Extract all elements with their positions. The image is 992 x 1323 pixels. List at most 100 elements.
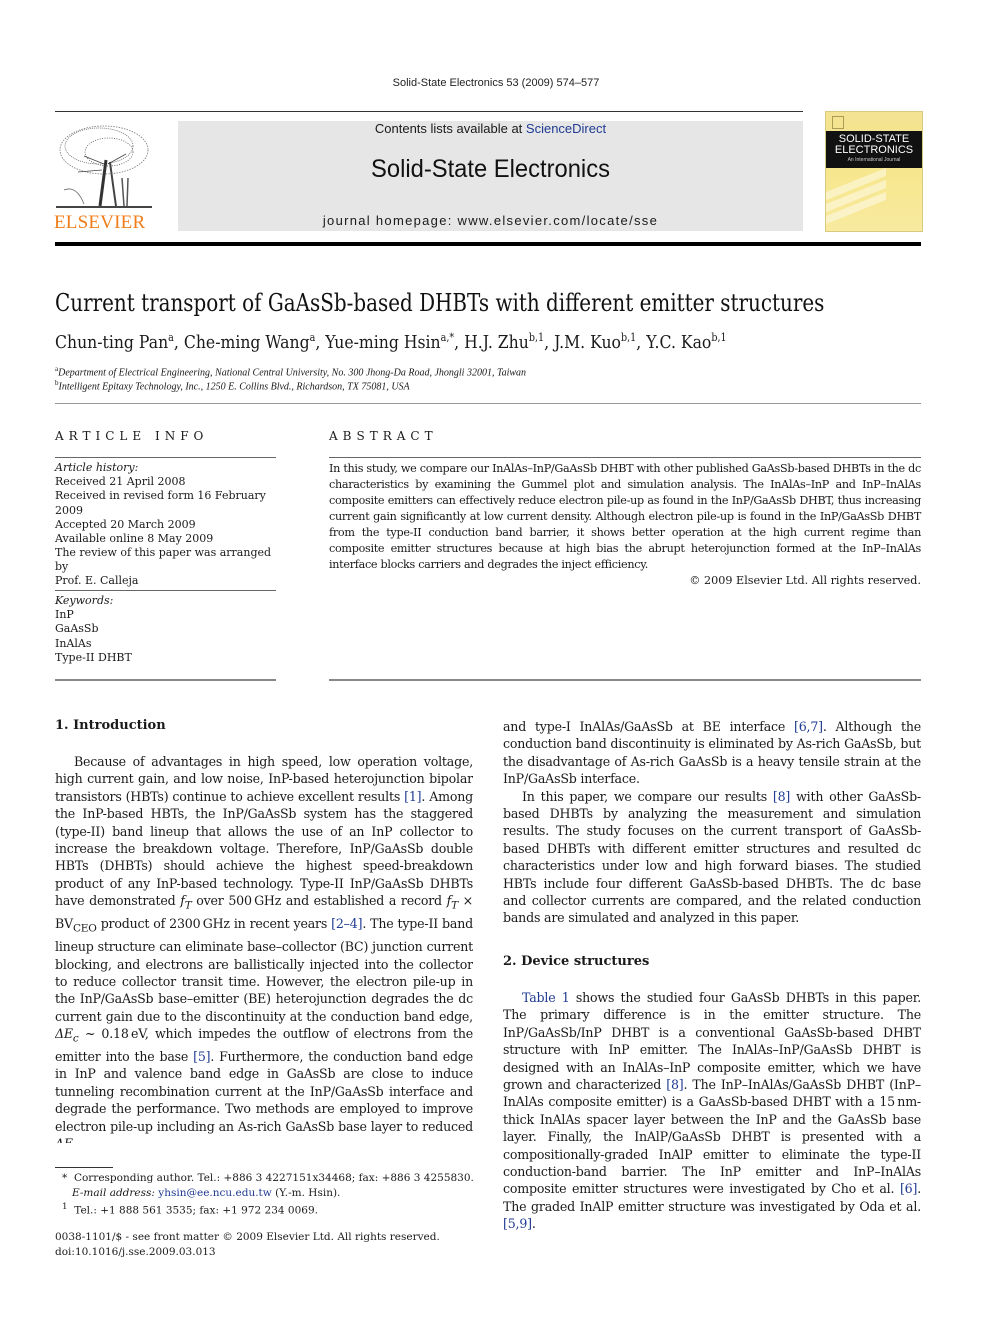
cover-subtitle: An International Journal bbox=[847, 157, 901, 163]
citation-link[interactable]: [6,7] bbox=[794, 719, 823, 734]
paper-title: Current transport of GaAsSb-based DHBTs … bbox=[55, 289, 825, 317]
contents-availability: Contents lists available at ScienceDirec… bbox=[178, 121, 803, 136]
section-heading-device-structures: 2. Device structures bbox=[503, 954, 650, 969]
device-structures-text: Table 1 shows the studied four GaAsSb DH… bbox=[503, 989, 921, 1233]
author-affil-mark[interactable]: b,1 bbox=[621, 331, 636, 344]
review-note: The review of this paper was arranged by… bbox=[55, 546, 285, 589]
author: Che-ming Wang bbox=[183, 332, 310, 353]
device-paragraph-1: Table 1 shows the studied four GaAsSb DH… bbox=[503, 989, 921, 1233]
sciencedirect-link[interactable]: ScienceDirect bbox=[526, 121, 606, 136]
corresponding-author-note: * Corresponding author. Tel.: +886 3 422… bbox=[62, 1171, 482, 1218]
article-info-end-rule bbox=[55, 679, 276, 681]
affiliation-text: Intelligent Epitaxy Technology, Inc., 12… bbox=[58, 381, 410, 393]
keyword: Type-II DHBT bbox=[55, 650, 132, 664]
history-item: Available online 8 May 2009 bbox=[55, 532, 214, 546]
citation-link[interactable]: [8] bbox=[773, 789, 790, 804]
text: and type-I InAlAs/GaAsSb at BE interface bbox=[503, 719, 794, 734]
cover-title-band: SOLID-STATE ELECTRONICS An International… bbox=[826, 131, 922, 168]
keywords-label: Keywords: bbox=[55, 594, 114, 607]
cover-elsevier-icon bbox=[832, 116, 844, 129]
intro-paragraph-1: Because of advantages in high speed, low… bbox=[55, 753, 473, 1143]
author-affil-mark[interactable]: b,1 bbox=[529, 331, 544, 344]
author: J.M. Kuo bbox=[554, 332, 621, 353]
contents-prefix: Contents lists available at bbox=[374, 121, 526, 136]
text: . bbox=[531, 1216, 536, 1232]
keyword: GaAsSb bbox=[55, 622, 99, 636]
text: . The InP–InAlAs/GaAsSb DHBT (InP–InAlAs… bbox=[503, 1077, 921, 1197]
header-rule bbox=[55, 111, 803, 112]
journal-title: Solid-State Electronics bbox=[371, 155, 610, 183]
author: Chun-ting Pan bbox=[55, 332, 169, 353]
citation-link[interactable]: [1] bbox=[404, 789, 421, 804]
journal-homepage[interactable]: journal homepage: www.elsevier.com/locat… bbox=[178, 213, 803, 228]
author-affil-mark[interactable]: a,* bbox=[441, 331, 455, 344]
keywords-rule bbox=[55, 590, 276, 591]
footnote-text: (Y.-m. Hsin). bbox=[271, 1186, 341, 1199]
math-delta-ec: ΔE bbox=[55, 1026, 73, 1042]
text: . Among the InP-based HBTs, the InP/GaAs… bbox=[55, 788, 473, 909]
citation-link[interactable]: [5,9] bbox=[503, 1216, 532, 1231]
footnote-mark: 1 bbox=[62, 1202, 68, 1212]
author-list: Chun-ting Pana, Che-ming Wanga, Yue-ming… bbox=[55, 331, 727, 353]
math-sub: T bbox=[451, 899, 458, 912]
body-column-right: and type-I InAlAs/GaAsSb at BE interface… bbox=[503, 718, 921, 927]
review-note-line: Prof. E. Calleja bbox=[55, 574, 139, 588]
intro-paragraph-2: In this paper, we compare our results [8… bbox=[503, 788, 921, 927]
abstract-text: In this study, we compare our InAlAs–InP… bbox=[329, 462, 921, 571]
article-info-rule bbox=[55, 457, 276, 458]
history-item: Received in revised form 16 February 200… bbox=[55, 489, 266, 517]
abstract-rule bbox=[329, 457, 921, 458]
body-column-left: Because of advantages in high speed, low… bbox=[55, 753, 473, 1143]
footnote-mark: * bbox=[62, 1172, 68, 1184]
elsevier-wordmark: ELSEVIER bbox=[54, 212, 146, 233]
abstract-end-rule bbox=[329, 679, 921, 681]
front-matter: 0038-1101/$ - see front matter © 2009 El… bbox=[55, 1230, 485, 1259]
author: Y.C. Kao bbox=[646, 332, 712, 353]
citation-link[interactable]: [8] bbox=[666, 1077, 683, 1092]
affiliation-b: bIntelligent Epitaxy Technology, Inc., 1… bbox=[55, 379, 410, 392]
email-link[interactable]: yhsin@ee.ncu.edu.tw bbox=[158, 1187, 271, 1199]
footnote-rule bbox=[55, 1167, 113, 1168]
history-item: Received 21 April 2008 bbox=[55, 475, 186, 489]
citation-link[interactable]: [5] bbox=[193, 1049, 210, 1064]
keyword: InP bbox=[55, 608, 74, 622]
author: Yue-ming Hsin bbox=[325, 332, 441, 353]
math-sub: T bbox=[184, 899, 192, 912]
footnote-text: Tel.: +1 888 561 3535; fax: +1 972 234 0… bbox=[74, 1204, 318, 1217]
doi[interactable]: doi:10.1016/j.sse.2009.03.013 bbox=[55, 1246, 216, 1258]
article-history: Article history: Received 21 April 2008 … bbox=[55, 461, 285, 546]
email-label: E-mail address: bbox=[72, 1186, 159, 1199]
affiliation-a: aDepartment of Electrical Engineering, N… bbox=[55, 365, 526, 378]
footnote-text: Corresponding author. Tel.: +886 3 42271… bbox=[73, 1172, 474, 1184]
text: over 500 GHz and established a record bbox=[191, 893, 447, 909]
math-delta-ec: ΔE bbox=[55, 1136, 73, 1143]
text: with other GaAsSb-based DHBTs by analyzi… bbox=[503, 788, 921, 926]
review-note-line: The review of this paper was arranged by bbox=[55, 546, 272, 574]
abstract-heading: ABSTRACT bbox=[329, 429, 438, 443]
history-item: Accepted 20 March 2009 bbox=[55, 517, 196, 531]
keyword: InAlAs bbox=[55, 636, 92, 650]
table-link[interactable]: Table 1 bbox=[522, 990, 570, 1005]
masthead-thick-rule bbox=[55, 242, 921, 246]
text: . The type-II band lineup structure can … bbox=[55, 916, 473, 1024]
running-head: Solid-State Electronics 53 (2009) 574–57… bbox=[392, 77, 600, 89]
text: product of 2300 GHz in recent years bbox=[96, 916, 332, 932]
citation-link[interactable]: [6] bbox=[900, 1181, 917, 1196]
author: H.J. Zhu bbox=[464, 332, 529, 353]
citation-link[interactable]: [2–4] bbox=[331, 916, 362, 931]
abstract-copyright: © 2009 Elsevier Ltd. All rights reserved… bbox=[689, 574, 921, 587]
journal-cover-thumbnail: SOLID-STATE ELECTRONICS An International… bbox=[825, 111, 923, 232]
front-matter-text: 0038-1101/$ - see front matter © 2009 El… bbox=[55, 1231, 440, 1243]
affiliation-text: Department of Electrical Engineering, Na… bbox=[58, 367, 527, 379]
text: In this paper, we compare our results bbox=[522, 788, 773, 804]
author-affil-mark: a bbox=[168, 331, 174, 344]
math-sub: CEO bbox=[72, 922, 97, 935]
affiliation-rule bbox=[55, 403, 921, 404]
section-heading-introduction: 1. Introduction bbox=[55, 718, 166, 733]
article-history-label: Article history: bbox=[55, 461, 139, 474]
intro-paragraph-1-continued: and type-I InAlAs/GaAsSb at BE interface… bbox=[503, 718, 921, 788]
keywords: Keywords: InP GaAsSb InAlAs Type-II DHBT bbox=[55, 594, 285, 665]
article-info-heading: ARTICLE INFO bbox=[55, 429, 209, 443]
author-affil-mark[interactable]: b,1 bbox=[711, 331, 726, 344]
author-affil-mark: a bbox=[309, 331, 316, 344]
